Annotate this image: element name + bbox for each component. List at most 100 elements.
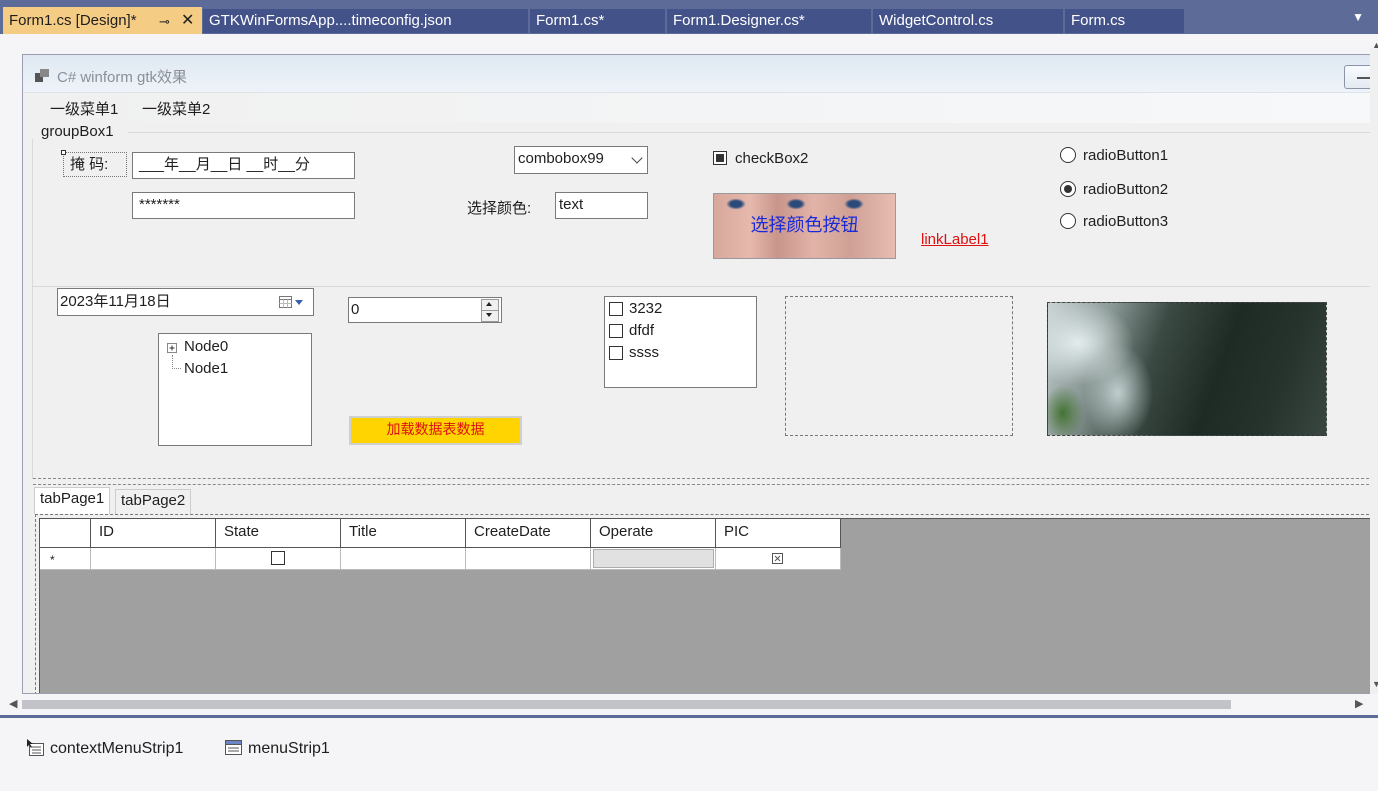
scroll-down-icon[interactable]: ▼ [1372,679,1378,689]
list-item[interactable]: 3232 [629,300,662,317]
broken-image-icon [772,553,783,564]
grid-header-title[interactable]: Title [341,519,466,548]
mask-label: 掩 码: [63,152,127,177]
list-checkbox[interactable] [609,346,623,360]
separator [33,286,1378,287]
tree-node[interactable]: Node0 [184,338,228,355]
radio-button-3-label[interactable]: radioButton3 [1083,213,1168,230]
context-menu-icon [27,739,44,756]
pin-icon[interactable]: ⊸ [159,8,170,34]
tab-timeconfig-json[interactable]: GTKWinFormsApp....timeconfig.json [203,9,528,33]
color-label: 选择颜色: [467,200,532,217]
date-picker[interactable]: 2023年11月18日 [57,288,314,316]
tree-node[interactable]: Node1 [184,360,228,377]
scroll-right-icon[interactable]: ▶ [1355,697,1363,710]
row-header-new[interactable]: * [40,548,91,570]
data-grid[interactable]: ID State Title CreateDate Operate PIC * [39,518,1378,693]
tab-page-2[interactable]: tabPage2 [115,489,192,514]
tabcontrol-top-border [33,484,1378,485]
form-menu-bar [23,93,1378,123]
operate-button[interactable] [593,549,714,568]
tab-label: Form.cs [1071,12,1126,29]
groupbox-title: groupBox1 [41,123,114,140]
masked-textbox[interactable]: ___年__月__日 __时__分 [132,152,355,179]
numeric-updown[interactable]: 0 [348,297,502,323]
menu-item-1[interactable]: 一级菜单1 [50,98,118,119]
form-window-icon [35,69,49,82]
password-textbox[interactable]: ******* [132,192,355,219]
grid-header-operate[interactable]: Operate [591,519,716,548]
text-textbox[interactable]: text [555,192,648,219]
groupbox-bottom-border [33,478,1378,479]
close-icon[interactable]: ✕ [181,7,194,34]
horizontal-scroll-thumb[interactable] [22,700,1231,709]
checkbox2-box[interactable] [713,151,727,165]
tray-context-menu-strip[interactable]: contextMenuStrip1 [50,740,183,758]
form-title: C# winform gtk效果 [57,69,188,86]
scroll-left-icon[interactable]: ◀ [9,697,17,710]
tab-page-1[interactable]: tabPage1 [34,487,111,514]
numeric-value: 0 [351,301,360,318]
list-item[interactable]: dfdf [629,322,654,339]
tab-form1-designer-cs[interactable]: Form1.Designer.cs* [667,9,871,33]
form-window: C# winform gtk效果 一级菜单1 一级菜单2 groupBox1 掩… [22,54,1378,694]
radio-button-2[interactable] [1060,181,1076,197]
tab-form-cs[interactable]: Form.cs [1065,9,1184,33]
menu-strip-icon [225,740,242,755]
tray-menu-strip[interactable]: menuStrip1 [248,740,330,758]
tab-label: Form1.cs* [536,12,605,29]
checkbox2-label[interactable]: checkBox2 [735,150,808,167]
waterfall-picturebox [1047,302,1327,436]
combobox-value: combobox99 [518,150,604,167]
caret-down-icon [486,313,492,317]
grid-header-pic[interactable]: PIC [716,519,841,548]
component-tray [0,715,1378,791]
grid-cell-pic[interactable] [716,548,841,570]
tab-widgetcontrol-cs[interactable]: WidgetControl.cs [873,9,1063,33]
grid-cell-createdate[interactable] [466,548,591,570]
minimize-icon [1357,77,1371,79]
tab-form1-design[interactable]: Form1.cs [Design]* ⊸ ✕ [3,7,202,34]
select-color-button[interactable]: 选择颜色按钮 [713,193,896,259]
radio-button-1[interactable] [1060,147,1076,163]
form-title-bar [23,55,1378,93]
radio-button-3[interactable] [1060,213,1076,229]
caret-up-icon [486,302,492,306]
tab-label: WidgetControl.cs [879,12,994,29]
empty-panel [785,296,1013,436]
calendar-icon [279,296,303,308]
tab-form1-cs[interactable]: Form1.cs* [530,9,665,33]
selection-handle[interactable] [61,150,66,155]
grid-cell-state[interactable] [216,548,341,570]
radio-button-1-label[interactable]: radioButton1 [1083,147,1168,164]
tab-label: Form1.Designer.cs* [673,12,805,29]
combobox[interactable]: combobox99 [514,146,648,174]
tab-overflow-dropdown-icon[interactable]: ▼ [1352,10,1364,24]
scroll-up-icon[interactable]: ▲ [1372,40,1378,50]
date-value: 2023年11月18日 [60,293,171,310]
grid-cell-id[interactable] [91,548,216,570]
radio-button-2-label[interactable]: radioButton2 [1083,181,1168,198]
list-checkbox[interactable] [609,324,623,338]
vertical-scrollbar[interactable] [1370,48,1378,694]
list-item[interactable]: ssss [629,344,659,361]
list-checkbox[interactable] [609,302,623,316]
chevron-down-icon [631,152,643,164]
spin-down-button[interactable] [481,310,499,322]
tree-view[interactable]: Node0 Node1 [158,333,312,446]
grid-cell-title[interactable] [341,548,466,570]
grid-header-state[interactable]: State [216,519,341,548]
load-data-button[interactable]: 加载数据表数据 [349,416,522,445]
tab-label: GTKWinFormsApp....timeconfig.json [209,12,452,29]
grid-header-createdate[interactable]: CreateDate [466,519,591,548]
groupbox-border [128,132,1378,133]
grid-corner-header[interactable] [40,519,91,548]
grid-cell-operate[interactable] [591,548,716,570]
checked-listbox[interactable]: 3232 dfdf ssss [604,296,757,388]
state-checkbox[interactable] [271,551,285,565]
tree-connector [172,355,181,369]
grid-header-id[interactable]: ID [91,519,216,548]
expand-icon[interactable] [167,343,179,355]
menu-item-2[interactable]: 一级菜单2 [142,98,210,119]
link-label[interactable]: linkLabel1 [921,231,989,248]
